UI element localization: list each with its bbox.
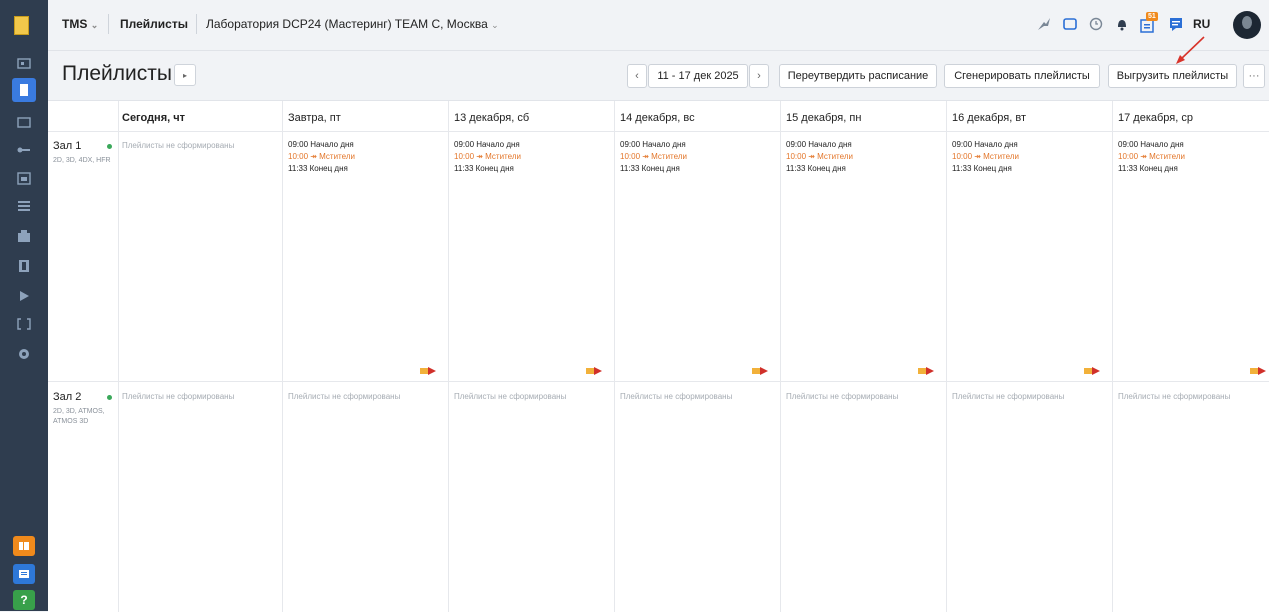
folder-icon[interactable] <box>12 110 36 134</box>
day-header: 15 декабря, пн <box>786 112 862 124</box>
list-icon[interactable] <box>12 194 36 218</box>
monitor-icon[interactable] <box>12 52 36 76</box>
more-button[interactable]: ··· <box>1243 64 1265 88</box>
date-range[interactable]: 11 - 17 дек 2025 <box>648 64 748 88</box>
day-events[interactable]: 09:00 Начало дня 10:00 ↠ Мстители 11:33 … <box>1118 139 1185 175</box>
empty-playlist: Плейлисты не сформированы <box>786 392 899 401</box>
generate-button[interactable]: Сгенерировать плейлисты <box>944 64 1100 88</box>
film-icon[interactable] <box>12 254 36 278</box>
page-title: Плейлисты <box>62 62 172 85</box>
empty-playlist: Плейлисты не сформированы <box>1118 392 1231 401</box>
chat-icon[interactable] <box>13 564 35 584</box>
divider <box>108 14 109 34</box>
gear-icon[interactable] <box>12 342 36 366</box>
history-icon[interactable] <box>1086 14 1106 34</box>
app-switcher[interactable]: TMS ⌄ <box>62 17 98 31</box>
hall-formats: 2D, 3D, 4DX, HFR <box>53 157 111 164</box>
playlist-flag-icon[interactable] <box>918 367 938 375</box>
day-header: 13 декабря, сб <box>454 112 530 124</box>
empty-playlist: Плейлисты не сформированы <box>620 392 733 401</box>
logo-icon <box>14 16 29 35</box>
day-events[interactable]: 09:00 Начало дня 10:00 ↠ Мстители 11:33 … <box>454 139 521 175</box>
event-show[interactable]: 10:00 ↠ Мстители <box>786 151 853 163</box>
playlist-flag-icon[interactable] <box>420 367 440 375</box>
empty-playlist: Плейлисты не сформированы <box>122 141 235 150</box>
book-icon[interactable] <box>13 536 35 556</box>
playlist-flag-icon[interactable] <box>752 367 772 375</box>
empty-playlist: Плейлисты не сформированы <box>952 392 1065 401</box>
day-header: 17 декабря, ср <box>1118 112 1193 124</box>
key-icon[interactable] <box>12 138 36 162</box>
reapprove-button[interactable]: Переутвердить расписание <box>779 64 937 88</box>
empty-playlist: Плейлисты не сформированы <box>288 392 401 401</box>
divider <box>196 14 197 34</box>
calendar-icon[interactable] <box>12 166 36 190</box>
event-show[interactable]: 10:00 ↠ Мстители <box>288 151 355 163</box>
event-end: 11:33 Конец дня <box>454 164 514 173</box>
event-end: 11:33 Конец дня <box>620 164 680 173</box>
arrow-annotation <box>1176 36 1205 64</box>
day-header: 14 декабря, вс <box>620 112 695 124</box>
tablet-icon[interactable] <box>1060 14 1080 34</box>
expand-icon[interactable]: ▸ <box>174 64 196 86</box>
status-dot <box>107 395 112 400</box>
event-start: 09:00 Начало дня <box>952 140 1018 149</box>
day-header: Завтра, пт <box>288 112 341 124</box>
event-show[interactable]: 10:00 ↠ Мстители <box>1118 151 1185 163</box>
sidebar: ? <box>0 0 48 611</box>
messages-icon[interactable] <box>1166 14 1186 34</box>
playlist-flag-icon[interactable] <box>1084 367 1104 375</box>
status-dot <box>107 144 112 149</box>
next-week-button[interactable]: › <box>749 64 769 88</box>
day-events[interactable]: 09:00 Начало дня 10:00 ↠ Мстители 11:33 … <box>620 139 687 175</box>
play-icon[interactable] <box>12 284 36 308</box>
empty-playlist: Плейлисты не сформированы <box>122 392 235 401</box>
event-start: 09:00 Начало дня <box>1118 140 1184 149</box>
day-events[interactable]: 09:00 Начало дня 10:00 ↠ Мстители 11:33 … <box>288 139 355 175</box>
language-switcher[interactable]: RU <box>1193 17 1210 31</box>
projector-icon[interactable] <box>12 224 36 248</box>
empty-playlist: Плейлисты не сформированы <box>454 392 567 401</box>
day-events[interactable]: 09:00 Начало дня 10:00 ↠ Мстители 11:33 … <box>786 139 853 175</box>
location-selector[interactable]: Лаборатория DCP24 (Мастеринг) TEAM C, Мо… <box>206 17 499 31</box>
event-end: 11:33 Конец дня <box>288 164 348 173</box>
event-show[interactable]: 10:00 ↠ Мстители <box>454 151 521 163</box>
event-end: 11:33 Конец дня <box>1118 164 1178 173</box>
day-events[interactable]: 09:00 Начало дня 10:00 ↠ Мстители 11:33 … <box>952 139 1019 175</box>
tools-icon[interactable] <box>1034 14 1054 34</box>
event-show[interactable]: 10:00 ↠ Мстители <box>952 151 1019 163</box>
hall-formats: 2D, 3D, ATMOS, ATMOS 3D <box>53 408 105 425</box>
tasks-badge: 51 <box>1146 12 1158 21</box>
event-end: 11:33 Конец дня <box>786 164 846 173</box>
hall-name[interactable]: Зал 2 <box>53 391 81 403</box>
avatar[interactable] <box>1233 11 1261 39</box>
event-show[interactable]: 10:00 ↠ Мстители <box>620 151 687 163</box>
bell-icon[interactable] <box>1112 14 1132 34</box>
playlist-flag-icon[interactable] <box>1250 367 1269 375</box>
event-start: 09:00 Начало дня <box>620 140 686 149</box>
playlists-icon[interactable] <box>12 78 36 102</box>
schedule-grid: Сегодня, чт Завтра, пт 13 декабря, сб 14… <box>48 100 1269 612</box>
help-icon[interactable]: ? <box>13 590 35 610</box>
playlist-flag-icon[interactable] <box>586 367 606 375</box>
event-start: 09:00 Начало дня <box>454 140 520 149</box>
section-title: Плейлисты <box>120 17 188 31</box>
day-header-today: Сегодня, чт <box>122 112 186 124</box>
day-header: 16 декабря, вт <box>952 112 1027 124</box>
top-bar: TMS ⌄ Плейлисты Лаборатория DCP24 (Масте… <box>48 0 1269 51</box>
hall-name[interactable]: Зал 1 <box>53 140 81 152</box>
event-start: 09:00 Начало дня <box>786 140 852 149</box>
prev-week-button[interactable]: ‹ <box>627 64 647 88</box>
brackets-icon[interactable] <box>12 312 36 336</box>
event-end: 11:33 Конец дня <box>952 164 1012 173</box>
tasks-icon[interactable]: 51 <box>1138 12 1158 34</box>
event-start: 09:00 Начало дня <box>288 140 354 149</box>
